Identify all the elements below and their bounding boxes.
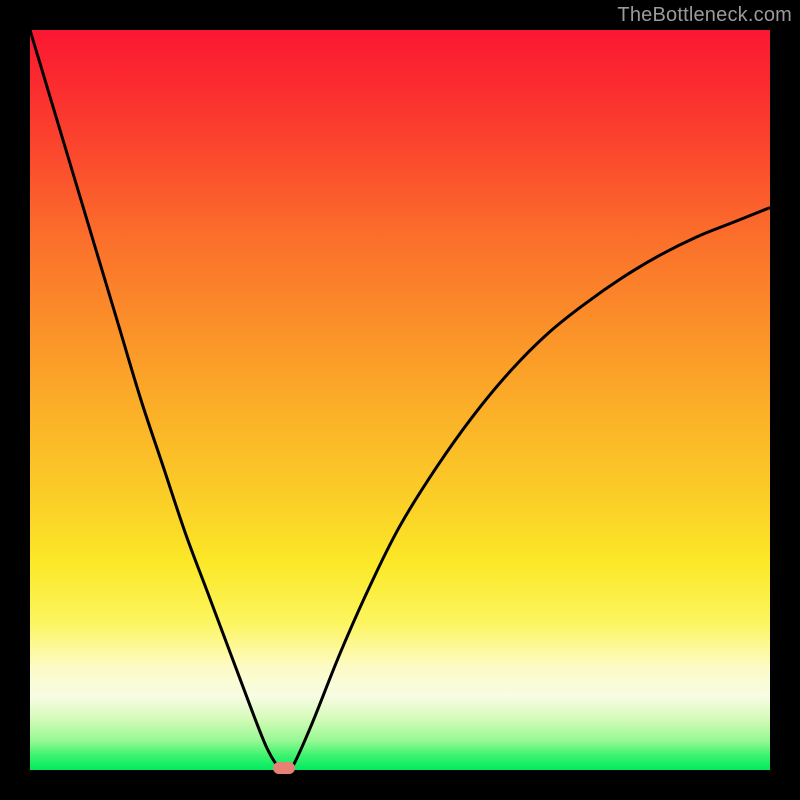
chart-frame: TheBottleneck.com [0, 0, 800, 800]
watermark-text: TheBottleneck.com [617, 4, 792, 27]
minimum-marker [273, 762, 295, 774]
plot-area [30, 30, 770, 770]
curve-path [30, 30, 770, 771]
bottleneck-curve [30, 30, 770, 770]
